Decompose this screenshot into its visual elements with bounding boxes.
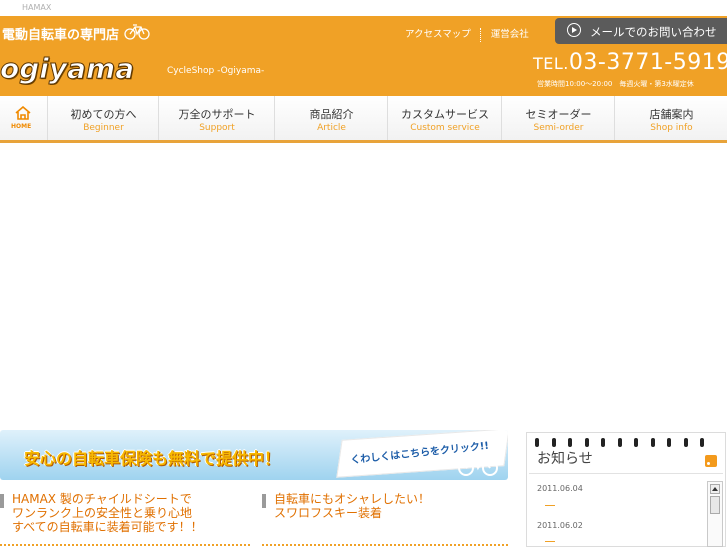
nav-item-shop-info[interactable]: 店舗案内 Shop info xyxy=(614,96,727,140)
nav-label-jp: セミオーダー xyxy=(525,108,592,121)
nav-item-semi-order[interactable]: セミオーダー Semi-order xyxy=(501,96,615,140)
tel-prefix: TEL. xyxy=(533,54,569,73)
nav-label-en: Support xyxy=(199,123,235,133)
news-scrollbar[interactable] xyxy=(707,481,723,547)
news-panel: お知らせ 2011.06.04 2011.06.02 xyxy=(526,432,726,547)
dotted-divider xyxy=(0,544,250,546)
nav-item-support[interactable]: 万全のサポート Support xyxy=(158,96,275,140)
notebook-rings xyxy=(535,432,723,447)
mail-contact-button[interactable]: メールでのお問い合わせ xyxy=(555,18,727,44)
nav-label-en: Semi-order xyxy=(533,123,584,133)
header-links: アクセスマップ 運営会社 xyxy=(405,26,529,42)
nav-label-jp: 店舗案内 xyxy=(649,108,694,121)
news-entry-link[interactable] xyxy=(545,541,555,542)
divider xyxy=(529,473,723,474)
access-map-link[interactable]: アクセスマップ xyxy=(405,29,471,40)
rss-icon[interactable] xyxy=(705,455,717,467)
site-logo[interactable]: ogiyama xyxy=(0,52,135,86)
dotted-divider xyxy=(262,544,508,546)
nav-item-article[interactable]: 商品紹介 Article xyxy=(274,96,388,140)
tel-number: 03-3771-5919 xyxy=(568,50,727,75)
logo-subtitle: CycleShop -Ogiyama- xyxy=(167,66,265,76)
promo-bar xyxy=(0,494,4,508)
global-nav: HOME 初めての方へ Beginner 万全のサポート Support 商品紹… xyxy=(0,96,727,143)
nav-label-en: Shop info xyxy=(650,123,693,133)
nav-item-custom-service[interactable]: カスタムサービス Custom service xyxy=(387,96,502,140)
play-circle-icon xyxy=(567,23,581,37)
news-date: 2011.06.04 xyxy=(537,484,583,493)
nav-label-jp: 初めての方へ xyxy=(70,108,137,121)
scroll-thumb[interactable] xyxy=(710,496,720,514)
telephone: TEL.03-3771-5919 xyxy=(533,50,727,75)
business-hours: 営業時間10:00〜20:00 毎週火曜・第3水曜定休 xyxy=(537,80,694,88)
top-strip: HAMAX xyxy=(0,0,727,17)
promo-line: スワロフスキー装着 xyxy=(274,506,383,520)
bicycle-icon xyxy=(458,455,498,476)
nav-item-home[interactable]: HOME xyxy=(0,96,47,140)
nav-label-jp: 万全のサポート xyxy=(178,108,256,121)
nav-label-en: Article xyxy=(317,123,346,133)
site-header: 電動自転車の専門店 ogiyama CycleShop -Ogiyama- アク… xyxy=(0,16,727,96)
home-icon xyxy=(15,106,31,120)
nav-label-jp: カスタムサービス xyxy=(401,108,489,121)
insurance-banner[interactable]: 安心の自転車保険も無料で提供中！ くわしくはこちらをクリック!! xyxy=(0,430,508,480)
divider xyxy=(479,27,482,42)
nav-label-en: Custom service xyxy=(410,123,480,133)
promo-line: すべての自転車に装着可能です！！ xyxy=(12,520,203,534)
promo-text: HAMAX 製のチャイルドシートで ワンランク上の安全性と乗り心地 すべての自転… xyxy=(12,492,203,534)
promo-text: 自転車にもオシャレしたい！ スワロフスキー装着 xyxy=(274,492,430,520)
nav-label-jp: 商品紹介 xyxy=(309,108,354,121)
promo-bar xyxy=(262,494,266,508)
banner-main-text: 安心の自転車保険も無料で提供中！ xyxy=(24,449,281,468)
nav-label-en: Beginner xyxy=(83,123,124,133)
promo-line: 自転車にもオシャレしたい！ xyxy=(274,492,431,506)
tagline: 電動自転車の専門店 xyxy=(2,28,120,43)
mail-contact-label: メールでのお問い合わせ xyxy=(590,25,717,39)
company-link[interactable]: 運営会社 xyxy=(491,29,529,40)
top-strip-text: HAMAX xyxy=(22,3,52,12)
bicycle-icon xyxy=(124,24,150,40)
promo-line: ワンランク上の安全性と乗り心地 xyxy=(12,506,193,520)
news-title: お知らせ xyxy=(537,451,593,467)
scroll-up-icon[interactable] xyxy=(710,484,720,494)
news-date: 2011.06.02 xyxy=(537,521,583,530)
home-label: HOME xyxy=(11,123,32,130)
news-entry-link[interactable] xyxy=(545,505,555,506)
nav-item-beginner[interactable]: 初めての方へ Beginner xyxy=(47,96,159,140)
promo-line: HAMAX 製のチャイルドシートで xyxy=(12,492,192,506)
